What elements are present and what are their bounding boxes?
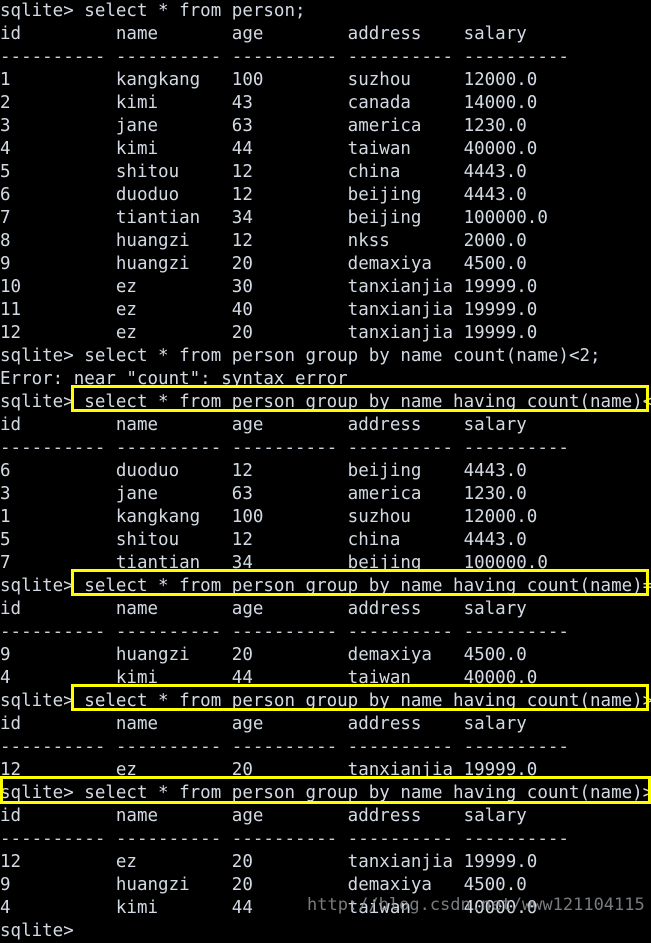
terminal-line-header: id name age address salary — [0, 599, 527, 619]
terminal-line-separator: ---------- ---------- ---------- -------… — [0, 829, 569, 849]
terminal-line-row: 8 huangzi 12 nkss 2000.0 — [0, 231, 527, 251]
terminal-line-row: 4 kimi 44 taiwan 40000.0 — [0, 668, 538, 688]
terminal-line-row: 12 ez 20 tanxianjia 19999.0 — [0, 760, 538, 780]
terminal-line-separator: ---------- ---------- ---------- -------… — [0, 47, 569, 67]
terminal-line-row: 9 huangzi 20 demaxiya 4500.0 — [0, 645, 527, 665]
terminal-line-header: id name age address salary — [0, 24, 527, 44]
terminal-line-row: 11 ez 40 tanxianjia 19999.0 — [0, 300, 538, 320]
watermark-url: http://blog.csdn.net/www121104115 — [307, 895, 645, 915]
terminal-line-row: 6 duoduo 12 beijing 4443.0 — [0, 461, 527, 481]
terminal-line-header: id name age address salary — [0, 714, 527, 734]
terminal-line-row: 3 jane 63 america 1230.0 — [0, 484, 527, 504]
terminal-line-prompt: sqlite> select * from person group by na… — [0, 691, 651, 711]
terminal-line-header: id name age address salary — [0, 415, 527, 435]
terminal-line-row: 7 tiantian 34 beijing 100000.0 — [0, 208, 548, 228]
terminal-line-prompt: sqlite> select * from person; — [0, 1, 306, 21]
terminal-window[interactable]: sqlite> select * from person; id name age… — [0, 0, 651, 941]
terminal-line-separator: ---------- ---------- ---------- -------… — [0, 737, 569, 757]
terminal-line-prompt: sqlite> select * from person group by na… — [0, 783, 651, 803]
terminal-line-separator: ---------- ---------- ---------- -------… — [0, 622, 569, 642]
terminal-line-row: 1 kangkang 100 suzhou 12000.0 — [0, 70, 538, 90]
terminal-line-row: 7 tiantian 34 beijing 100000.0 — [0, 553, 548, 573]
terminal-line-row: 3 jane 63 america 1230.0 — [0, 116, 527, 136]
terminal-line-row: 2 kimi 43 canada 14000.0 — [0, 93, 538, 113]
terminal-line-row: 6 duoduo 12 beijing 4443.0 — [0, 185, 527, 205]
terminal-line-row: 12 ez 20 tanxianjia 19999.0 — [0, 852, 538, 872]
terminal-line-row: 10 ez 30 tanxianjia 19999.0 — [0, 277, 538, 297]
terminal-line-prompt: sqlite> select * from person group by na… — [0, 346, 601, 366]
terminal-line-prompt: sqlite> select * from person group by na… — [0, 392, 651, 412]
terminal-line-prompt: sqlite> select * from person group by na… — [0, 576, 651, 596]
terminal-line-error: Error: near "count": syntax error — [0, 369, 348, 389]
terminal-line-prompt: sqlite> — [0, 921, 74, 941]
terminal-line-separator: ---------- ---------- ---------- -------… — [0, 438, 569, 458]
terminal-line-row: 1 kangkang 100 suzhou 12000.0 — [0, 507, 538, 527]
terminal-line-row: 12 ez 20 tanxianjia 19999.0 — [0, 323, 538, 343]
terminal-line-row: 4 kimi 44 taiwan 40000.0 — [0, 139, 538, 159]
terminal-line-row: 5 shitou 12 china 4443.0 — [0, 162, 527, 182]
terminal-line-row: 5 shitou 12 china 4443.0 — [0, 530, 527, 550]
terminal-line-header: id name age address salary — [0, 806, 527, 826]
terminal-line-row: 9 huangzi 20 demaxiya 4500.0 — [0, 254, 527, 274]
